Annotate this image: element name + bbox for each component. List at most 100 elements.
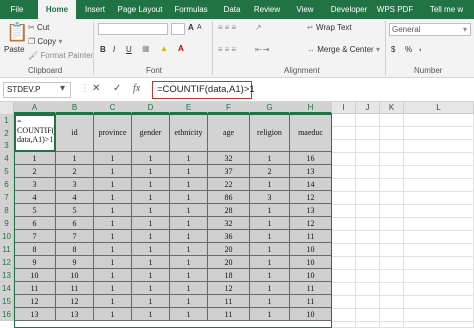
empty-cell[interactable] xyxy=(404,153,474,166)
table-header-age[interactable]: age xyxy=(208,114,250,152)
table-cell[interactable]: 1 xyxy=(94,204,132,217)
row-header-10[interactable]: 10 xyxy=(0,230,14,243)
table-cell[interactable]: 1 xyxy=(250,282,290,295)
empty-cell[interactable] xyxy=(380,322,404,328)
empty-cell[interactable] xyxy=(380,179,404,192)
table-cell[interactable]: 1 xyxy=(250,152,290,165)
table-cell[interactable]: 14 xyxy=(290,178,332,191)
empty-cell[interactable] xyxy=(380,257,404,270)
table-cell[interactable]: 1 xyxy=(170,295,208,308)
row-header-4[interactable]: 4 xyxy=(0,152,14,165)
tab-page-layout[interactable]: Page Layout xyxy=(114,0,166,19)
empty-cell[interactable] xyxy=(332,296,356,309)
currency-button[interactable]: $ xyxy=(391,45,395,54)
table-header-id[interactable]: id xyxy=(56,114,94,152)
table-cell[interactable]: 1 xyxy=(94,152,132,165)
table-cell[interactable]: 1 xyxy=(170,217,208,230)
empty-cell[interactable] xyxy=(332,270,356,283)
active-cell[interactable]: = COUNTIF( data,A1)>1 xyxy=(14,114,56,152)
empty-cell[interactable] xyxy=(404,283,474,296)
table-cell[interactable]: 1 xyxy=(94,165,132,178)
empty-cell[interactable] xyxy=(380,270,404,283)
table-header-ethnicity[interactable]: ethnicity xyxy=(170,114,208,152)
cancel-icon[interactable]: ✕ xyxy=(92,83,100,94)
table-cell[interactable]: 20 xyxy=(208,243,250,256)
chevron-down-icon[interactable]: ▾ xyxy=(60,83,65,94)
empty-cell[interactable] xyxy=(356,283,380,296)
empty-cell[interactable] xyxy=(356,127,380,140)
table-cell[interactable]: 6 xyxy=(56,217,94,230)
tab-tell-me-w[interactable]: Tell me w xyxy=(419,0,474,19)
format-painter-button[interactable]: 🖌 Format Painter xyxy=(28,51,93,60)
empty-cell[interactable] xyxy=(332,153,356,166)
empty-cell[interactable] xyxy=(380,192,404,205)
horizontal-align-icons[interactable]: ≡≡≡ xyxy=(218,45,238,54)
table-header-gender[interactable]: gender xyxy=(132,114,170,152)
tab-formulas[interactable]: Formulas xyxy=(168,0,214,19)
table-cell[interactable]: 1 xyxy=(250,204,290,217)
table-cell[interactable]: 1 xyxy=(94,178,132,191)
empty-cell[interactable] xyxy=(404,166,474,179)
row-header-12[interactable]: 12 xyxy=(0,256,14,269)
empty-cell[interactable] xyxy=(332,218,356,231)
empty-cell[interactable] xyxy=(356,153,380,166)
column-header-d[interactable]: D xyxy=(132,102,170,114)
row-header-2[interactable]: 2 xyxy=(0,127,14,140)
paste-icon[interactable]: 📋 xyxy=(6,22,28,43)
table-cell[interactable]: 3 xyxy=(250,191,290,204)
table-cell[interactable]: 1 xyxy=(132,295,170,308)
table-cell[interactable]: 3 xyxy=(56,178,94,191)
empty-cell[interactable] xyxy=(332,244,356,257)
indent-icons[interactable]: ⇤⇥ xyxy=(255,45,270,54)
table-cell[interactable]: 1 xyxy=(94,295,132,308)
table-cell[interactable]: 4 xyxy=(14,191,56,204)
table-cell[interactable]: 9 xyxy=(56,256,94,269)
italic-button[interactable]: I xyxy=(113,45,115,54)
empty-cell[interactable] xyxy=(380,244,404,257)
row-header-11[interactable]: 11 xyxy=(0,243,14,256)
empty-cell[interactable] xyxy=(404,140,474,153)
row-header-16[interactable]: 16 xyxy=(0,308,14,321)
table-cell[interactable]: 8 xyxy=(14,243,56,256)
empty-cell[interactable] xyxy=(332,179,356,192)
table-cell[interactable]: 1 xyxy=(250,217,290,230)
table-cell[interactable]: 10 xyxy=(56,269,94,282)
number-format-select[interactable]: General ▾ xyxy=(389,23,471,36)
table-cell[interactable]: 5 xyxy=(56,204,94,217)
table-cell[interactable]: 28 xyxy=(208,204,250,217)
table-cell[interactable]: 1 xyxy=(56,152,94,165)
column-header-b[interactable]: B xyxy=(56,102,94,114)
empty-cell[interactable] xyxy=(404,296,474,309)
table-cell[interactable]: 10 xyxy=(290,308,332,321)
table-cell[interactable]: 37 xyxy=(208,165,250,178)
table-cell[interactable]: 11 xyxy=(208,308,250,321)
empty-cell[interactable] xyxy=(380,205,404,218)
column-header-e[interactable]: E xyxy=(170,102,208,114)
empty-cell[interactable] xyxy=(332,231,356,244)
table-cell[interactable]: 1 xyxy=(170,230,208,243)
table-cell[interactable]: 11 xyxy=(290,282,332,295)
table-header-maeduc[interactable]: maeduc xyxy=(290,114,332,152)
table-cell[interactable]: 1 xyxy=(132,217,170,230)
table-header-province[interactable]: province xyxy=(94,114,132,152)
empty-cell[interactable] xyxy=(404,205,474,218)
empty-cell[interactable] xyxy=(356,218,380,231)
row-header-1[interactable]: 1 xyxy=(0,114,14,127)
table-cell[interactable]: 1 xyxy=(132,165,170,178)
empty-cell[interactable] xyxy=(332,166,356,179)
empty-cell[interactable] xyxy=(356,296,380,309)
row-header-14[interactable]: 14 xyxy=(0,282,14,295)
fill-color-icon[interactable]: ▲ xyxy=(160,44,168,53)
empty-cell[interactable] xyxy=(404,192,474,205)
table-cell[interactable]: 10 xyxy=(290,243,332,256)
table-cell[interactable]: 13 xyxy=(290,165,332,178)
table-cell[interactable]: 22 xyxy=(208,178,250,191)
empty-cell[interactable] xyxy=(356,166,380,179)
tab-view[interactable]: View xyxy=(286,0,324,19)
column-header-i[interactable]: I xyxy=(332,102,356,114)
empty-cell[interactable] xyxy=(380,140,404,153)
table-cell[interactable]: 1 xyxy=(250,230,290,243)
table-cell[interactable]: 1 xyxy=(170,269,208,282)
empty-cell[interactable] xyxy=(404,309,474,322)
empty-cell[interactable] xyxy=(404,114,474,127)
